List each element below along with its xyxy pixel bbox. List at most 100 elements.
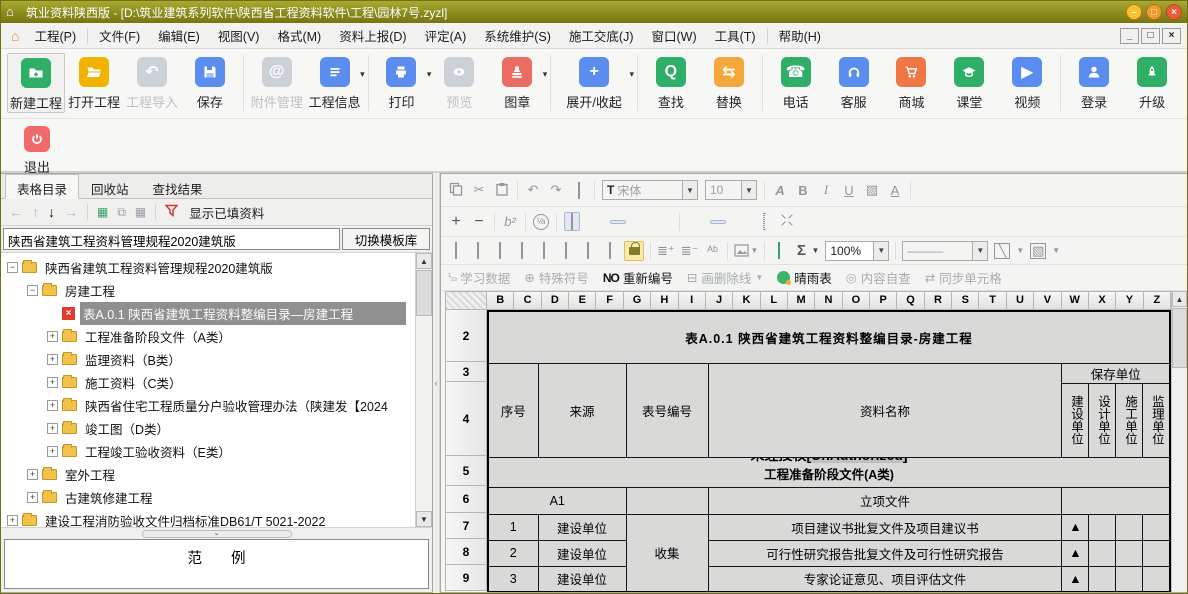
seq-cell[interactable]: 1 xyxy=(488,514,538,540)
row-headers[interactable]: 2 3 4 5 6 7 8 9 xyxy=(445,310,487,592)
column-header[interactable]: F xyxy=(596,291,623,310)
unit-mark-cell[interactable] xyxy=(1143,514,1170,540)
empty-cell[interactable] xyxy=(626,487,708,514)
expand-icon[interactable]: + xyxy=(47,377,58,388)
column-header[interactable]: X xyxy=(1089,291,1116,310)
upgrade-button[interactable]: 升级 xyxy=(1123,53,1181,111)
menu-project[interactable]: 工程(P) xyxy=(25,23,85,48)
unit-mark-cell[interactable]: ▲ xyxy=(1062,566,1089,592)
doc-name-cell[interactable]: 可行性研究报告批复文件及可行性研究报告 xyxy=(708,540,1062,566)
column-header[interactable]: Q xyxy=(897,291,924,310)
lock-cell-icon[interactable] xyxy=(624,241,644,261)
tree-item[interactable]: + 工程准备阶段文件（A类） xyxy=(1,325,432,348)
switch-template-button[interactable]: 切换模板库 xyxy=(342,228,430,250)
filter-funnel-icon[interactable] xyxy=(165,204,178,220)
filter-label[interactable]: 显示已填资料 xyxy=(189,203,264,222)
chevron-down-icon[interactable]: ▼ xyxy=(811,246,819,255)
header-source-cell[interactable]: 来源 xyxy=(538,363,626,457)
dropdown-arrow-icon[interactable]: ▾ xyxy=(630,69,635,80)
tree-item-selected[interactable]: × 表A.0.1 陕西省建筑工程资料整编目录—房建工程 xyxy=(1,302,432,325)
unit-mark-cell[interactable] xyxy=(1143,540,1170,566)
phone-button[interactable]: ☎ 电话 xyxy=(767,53,825,111)
menu-data-report[interactable]: 资料上报(D) xyxy=(330,23,415,48)
chevron-down-icon[interactable]: ▼ xyxy=(1016,246,1024,255)
menu-help[interactable]: 帮助(H) xyxy=(770,23,830,48)
menu-evaluate[interactable]: 评定(A) xyxy=(416,23,476,48)
classroom-button[interactable]: 课堂 xyxy=(940,53,998,111)
column-header[interactable]: P xyxy=(870,291,897,310)
collapse-icon[interactable]: − xyxy=(7,262,18,273)
column-header[interactable]: Y xyxy=(1116,291,1143,310)
customer-service-button[interactable]: 客服 xyxy=(825,53,883,111)
panel-splitter[interactable]: ‹ xyxy=(433,173,440,593)
row-header[interactable]: 3 xyxy=(445,362,487,382)
menu-format[interactable]: 格式(M) xyxy=(268,23,330,48)
close-button[interactable]: × xyxy=(1166,4,1182,20)
justify-icon[interactable] xyxy=(564,212,580,231)
unit-mark-cell[interactable] xyxy=(1116,566,1143,592)
fit-cell-icon[interactable] xyxy=(756,214,772,229)
maximize-button[interactable]: □ xyxy=(1146,4,1162,20)
splitter-grip[interactable]: ⌄ xyxy=(142,530,292,538)
unit-mark-cell[interactable] xyxy=(1089,540,1116,566)
print-button[interactable]: 打印 ▾ xyxy=(373,53,431,111)
column-header[interactable]: G xyxy=(624,291,651,310)
row-header[interactable]: 2 xyxy=(445,310,487,362)
border-style-icon[interactable]: ▧ xyxy=(1030,243,1046,259)
video-button[interactable]: ▶ 视频 xyxy=(998,53,1056,111)
scroll-up-icon[interactable]: ▲ xyxy=(1172,291,1187,307)
chevron-down-icon[interactable]: ▼ xyxy=(1052,246,1060,255)
unit-mark-cell[interactable] xyxy=(1116,514,1143,540)
login-button[interactable]: 登录 xyxy=(1065,53,1123,111)
menu-construction-disclosure[interactable]: 施工交底(J) xyxy=(560,23,643,48)
chevron-down-icon[interactable]: ▼ xyxy=(741,181,756,199)
column-headers[interactable]: BCDEFGHIJKLMNOPQRSTUVWXYZ xyxy=(487,291,1171,310)
sheet-scrollbar[interactable]: ▲ xyxy=(1171,291,1187,592)
column-header[interactable]: R xyxy=(925,291,952,310)
save-button[interactable]: 保存 xyxy=(181,53,239,111)
tab-recycle-bin[interactable]: 回收站 xyxy=(79,174,141,198)
mdi-minimize-button[interactable]: _ xyxy=(1120,28,1139,44)
open-project-button[interactable]: 打开工程 xyxy=(65,53,123,111)
menu-tools[interactable]: 工具(T) xyxy=(706,23,765,48)
tree-item[interactable]: + 监理资料（B类） xyxy=(1,348,432,371)
tree-item[interactable]: + 建设工程消防验收文件归档标准DB61/T 5021-2022 xyxy=(1,509,432,528)
horizontal-splitter[interactable]: ⌄ xyxy=(1,528,432,539)
find-button[interactable]: Q 查找 xyxy=(642,53,700,111)
expand-collapse-button[interactable]: + 展开/收起 ▾ xyxy=(555,53,633,111)
tree-item[interactable]: + 陕西省住宅工程质量分户验收管理办法（陕建发【2024 xyxy=(1,394,432,417)
unit-mark-cell[interactable] xyxy=(1143,566,1170,592)
column-header[interactable]: N xyxy=(815,291,842,310)
renumber-button[interactable]: NO 重新编号 xyxy=(603,268,673,287)
unit-mark-cell[interactable]: ▲ xyxy=(1062,514,1089,540)
source-cell[interactable]: 建设单位 xyxy=(538,566,626,592)
column-header[interactable]: B xyxy=(487,291,514,310)
new-project-button[interactable]: 新建工程 xyxy=(7,53,65,113)
doc-name-cell[interactable]: 专家论证意见、项目评估文件 xyxy=(708,566,1062,592)
chevron-down-icon[interactable]: ▼ xyxy=(751,246,759,255)
seq-cell[interactable]: 2 xyxy=(488,540,538,566)
expand-icon[interactable]: + xyxy=(47,423,58,434)
row-header[interactable]: 4 xyxy=(445,382,487,456)
expand-icon[interactable]: + xyxy=(47,354,58,365)
mall-button[interactable]: 商城 xyxy=(883,53,941,111)
project-info-button[interactable]: 工程信息 ▾ xyxy=(306,53,364,111)
align-center-icon[interactable] xyxy=(610,220,626,224)
zoom-in-icon[interactable]: + xyxy=(448,213,464,231)
column-header[interactable]: E xyxy=(569,291,596,310)
scroll-thumb[interactable] xyxy=(416,270,432,316)
collect-cell[interactable]: 收集 xyxy=(626,514,708,592)
tree-item[interactable]: + 竣工图（D类） xyxy=(1,417,432,440)
header-unit-construct-cell[interactable]: 施工单位 xyxy=(1116,383,1143,457)
column-header[interactable]: I xyxy=(679,291,706,310)
column-header[interactable]: V xyxy=(1034,291,1061,310)
section-row-cell[interactable]: 未经授权[UnAuthorized] 工程准备阶段文件(A类) xyxy=(488,457,1170,487)
header-unit-build-cell[interactable]: 建设单位 xyxy=(1062,383,1089,457)
column-header[interactable]: Z xyxy=(1144,291,1171,310)
menu-edit[interactable]: 编辑(E) xyxy=(149,23,209,48)
column-header[interactable]: K xyxy=(733,291,760,310)
tree-item[interactable]: + 工程竣工验收资料（E类） xyxy=(1,440,432,463)
tree-item[interactable]: + 施工资料（C类） xyxy=(1,371,432,394)
scroll-up-icon[interactable]: ▲ xyxy=(416,253,432,269)
menu-view[interactable]: 视图(V) xyxy=(209,23,269,48)
